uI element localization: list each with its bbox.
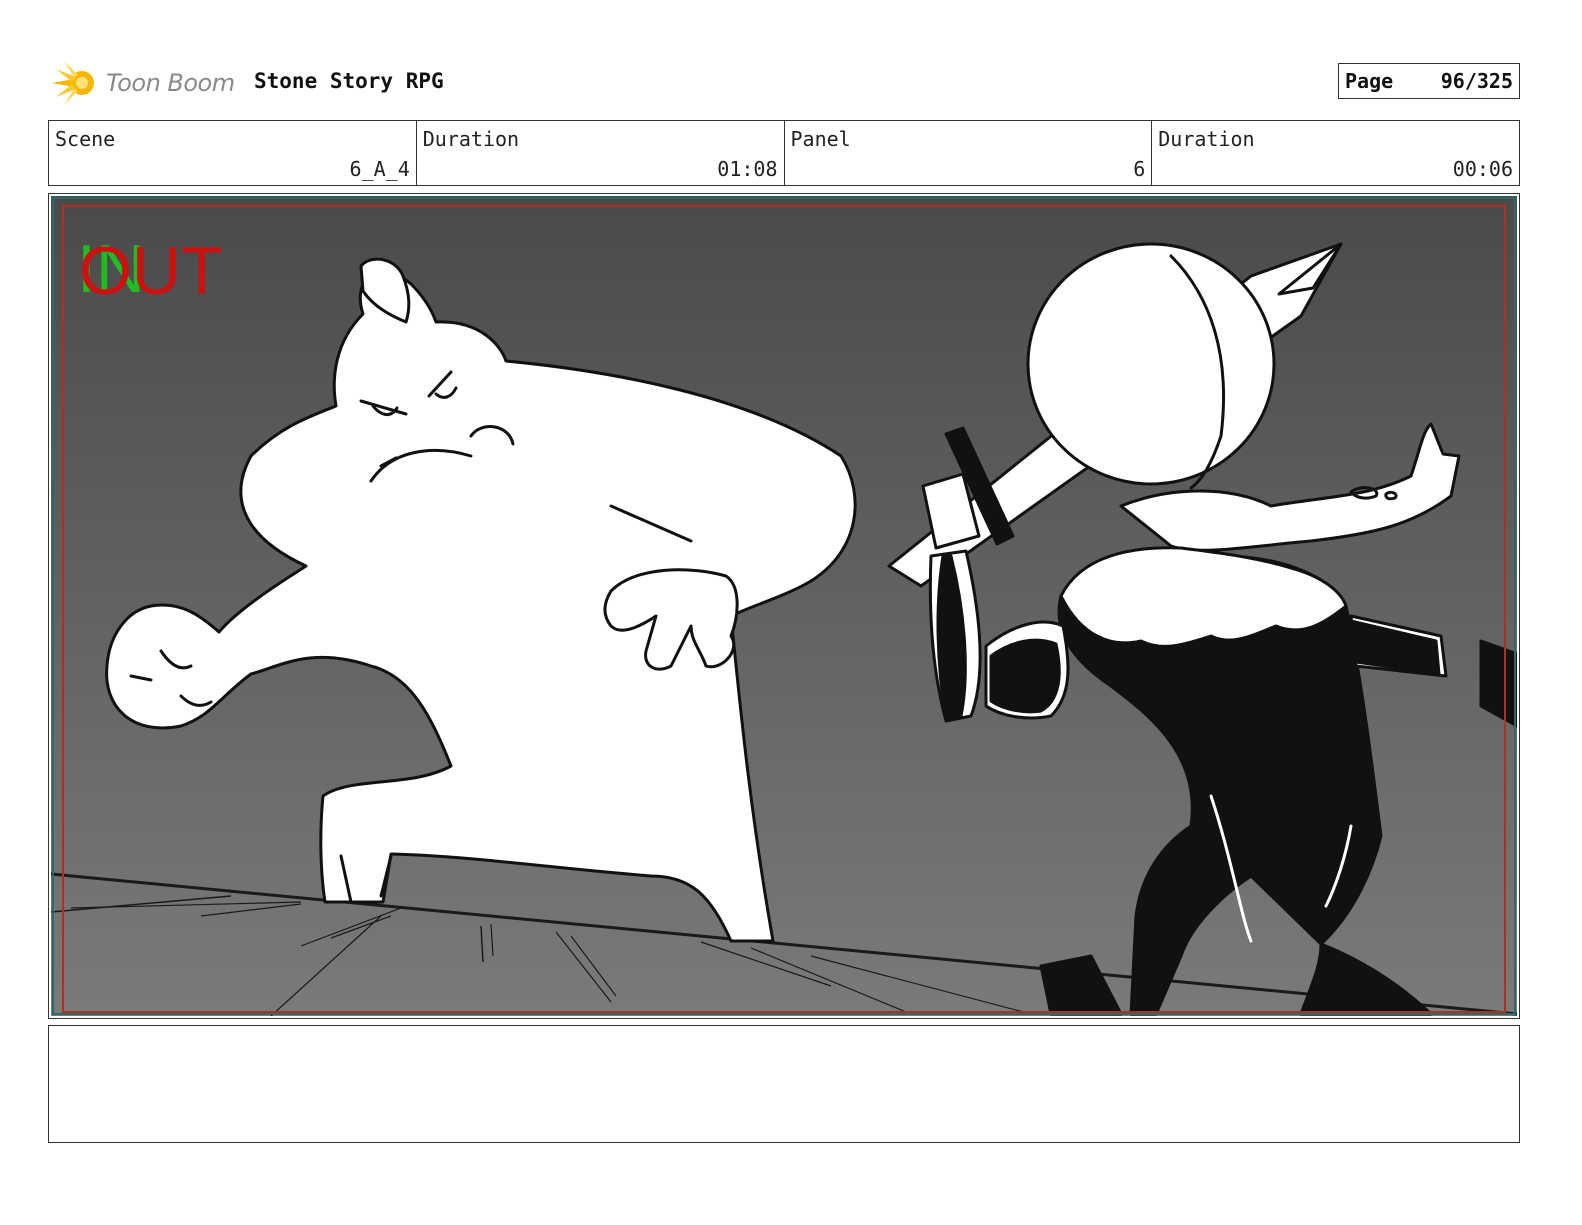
scene-info-table: Scene 6_A_4 Duration 01:08 Panel 6 Durat… [48, 120, 1520, 186]
scene-label: Scene [55, 127, 116, 151]
panel-label: Panel [790, 127, 851, 151]
storyboard-header: Toon Boom Stone Story RPG Page 96/325 [48, 55, 1532, 115]
panel-value: 6 [1133, 157, 1146, 181]
out-marker: OUT [79, 233, 223, 309]
page-number: 96/325 [1440, 69, 1513, 93]
toon-boom-logo: Toon Boom [50, 55, 235, 111]
panel-duration-value: 00:06 [1452, 157, 1513, 181]
panel-duration-label: Duration [1158, 127, 1255, 151]
scene-cell: Scene 6_A_4 [49, 121, 417, 185]
scene-duration-value: 01:08 [717, 157, 778, 181]
logo-text: Toon Boom [106, 69, 235, 97]
project-title: Stone Story RPG [254, 69, 444, 93]
scene-duration-cell: Duration 01:08 [417, 121, 785, 185]
panel-duration-cell: Duration 00:06 [1152, 121, 1519, 185]
panel-notes-box [48, 1025, 1520, 1143]
scene-value: 6_A_4 [349, 157, 410, 181]
scene-duration-label: Duration [422, 127, 520, 151]
panel-cell: Panel 6 [785, 121, 1153, 185]
page-indicator: Page 96/325 [1338, 63, 1520, 99]
storyboard-panel: IN OUT [48, 193, 1520, 1019]
sunburst-icon [52, 61, 94, 105]
page-label: Page [1345, 69, 1394, 93]
panel-artwork: IN OUT [51, 196, 1517, 1016]
